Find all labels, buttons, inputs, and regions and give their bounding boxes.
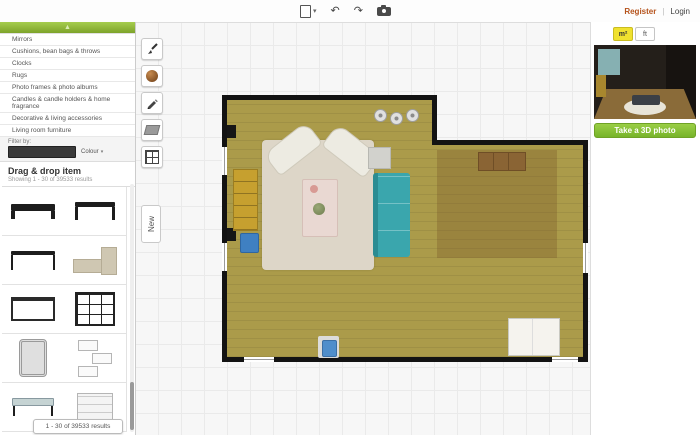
gray-side-table[interactable] — [368, 147, 391, 169]
filter-by-label: Filter by: — [8, 139, 129, 145]
redo-icon: ↷ — [354, 6, 363, 17]
up-arrow-icon: ▲ — [64, 24, 71, 31]
new-plan-tab[interactable]: New — [141, 205, 161, 243]
camera-icon — [377, 7, 391, 16]
product-thumbnail-ornate-mirror[interactable] — [2, 334, 65, 383]
room-floorplan — [222, 95, 588, 362]
preview-shelf — [596, 75, 606, 97]
category-decorative[interactable]: Decorative & living accessories — [0, 113, 135, 125]
window-bottom-1 — [244, 357, 274, 362]
category-living-room[interactable]: Living room furniture — [0, 125, 135, 137]
ceiling-light-1[interactable] — [374, 109, 387, 122]
wall-speaker-top[interactable] — [227, 125, 236, 138]
floorplan-canvas[interactable] — [135, 22, 590, 435]
blue-stool[interactable] — [322, 340, 337, 357]
results-header: Drag & drop item Showing 1 - 30 of 39533… — [0, 162, 135, 186]
eraser-icon — [144, 125, 161, 135]
window-left-1 — [222, 147, 227, 175]
drag-drop-title: Drag & drop item — [8, 166, 127, 176]
brush-tool-button[interactable] — [141, 38, 163, 60]
grid-tool-button[interactable] — [141, 146, 163, 168]
new-tab-label: New — [147, 216, 156, 232]
window-right-1 — [583, 243, 588, 273]
toolbar-icon-group: ▾ ↶ ↷ — [300, 0, 391, 22]
ceiling-light-2[interactable] — [390, 112, 403, 125]
pagination-tooltip: 1 - 30 of 39533 results — [33, 419, 123, 434]
ceiling-light-3[interactable] — [406, 109, 419, 122]
showing-results-text: Showing 1 - 30 of 39533 results — [8, 177, 127, 183]
redo-button[interactable]: ↷ — [354, 6, 363, 17]
product-thumbnail-black-coffee-table[interactable] — [2, 187, 65, 236]
floorplanner-app: ▾ ↶ ↷ Register | Login ▲ Mirrors Cushion… — [0, 0, 700, 435]
top-toolbar: ▾ ↶ ↷ Register | Login — [0, 0, 700, 23]
category-cushions[interactable]: Cushions, bean bags & throws — [0, 46, 135, 58]
white-table[interactable] — [508, 318, 560, 356]
keyword-filter-select[interactable] — [8, 146, 76, 158]
window-bottom-2 — [552, 357, 578, 362]
wall-bottom — [222, 357, 588, 362]
pagination-text: 1 - 30 of 39533 results — [46, 423, 111, 430]
material-tool-button[interactable] — [141, 65, 163, 87]
category-rugs[interactable]: Rugs — [0, 70, 135, 82]
wall-step — [432, 95, 437, 145]
filter-controls: Colour ▾ — [8, 146, 129, 158]
category-photo-frames[interactable]: Photo frames & photo albums — [0, 82, 135, 94]
yellow-shelving-unit[interactable] — [233, 169, 258, 231]
product-thumbnail-cube-shelving[interactable] — [64, 285, 127, 334]
product-thumbnail-wall-shelves[interactable] — [64, 334, 127, 383]
scrollbar-thumb[interactable] — [130, 382, 134, 430]
auth-links: Register | Login — [624, 0, 690, 22]
sidebar-scrollbar — [130, 184, 134, 432]
product-thumbnail-metal-frame-table[interactable] — [2, 285, 65, 334]
auth-divider: | — [662, 7, 664, 16]
drawing-toolstrip — [141, 38, 163, 168]
product-grid — [2, 186, 135, 432]
new-page-icon — [300, 5, 311, 18]
preview-window — [598, 49, 620, 75]
preview-sofa — [632, 95, 660, 105]
undo-button[interactable]: ↶ — [331, 6, 340, 17]
category-candles[interactable]: Candles & candle holders & home fragranc… — [0, 94, 135, 113]
room-3d-preview[interactable] — [594, 45, 696, 119]
unit-meters-button[interactable]: m² — [613, 27, 633, 41]
category-mirrors[interactable]: Mirrors — [0, 34, 135, 46]
category-scroll-up[interactable]: ▲ — [0, 22, 135, 33]
category-clocks[interactable]: Clocks — [0, 58, 135, 70]
unit-feet-button[interactable]: ft — [635, 27, 655, 41]
material-ball-icon — [146, 70, 158, 82]
product-thumbnail-dark-console-table[interactable] — [2, 236, 65, 285]
login-link[interactable]: Login — [670, 7, 690, 16]
product-thumbnail-black-dining-table[interactable] — [64, 187, 127, 236]
wall-top-left — [222, 95, 437, 100]
new-plan-button[interactable]: ▾ — [300, 5, 317, 18]
product-thumbnail-beige-corner-sofa[interactable] — [64, 236, 127, 285]
blue-chair[interactable] — [240, 233, 259, 253]
colour-label: Colour — [81, 149, 99, 155]
filter-section: Filter by: Colour ▾ — [0, 137, 135, 162]
catalog-sidebar: ▲ Mirrors Cushions, bean bags & throws C… — [0, 22, 136, 435]
window-left-2 — [222, 243, 227, 271]
teal-sofa[interactable] — [373, 173, 410, 257]
chevron-down-icon: ▾ — [313, 7, 317, 15]
colour-filter-dropdown[interactable]: Colour ▾ — [81, 149, 103, 155]
pencil-icon — [146, 97, 158, 109]
table-decor[interactable] — [310, 185, 318, 193]
potted-plant[interactable] — [313, 203, 325, 215]
category-list: Mirrors Cushions, bean bags & throws Clo… — [0, 33, 135, 137]
pencil-tool-button[interactable] — [141, 92, 163, 114]
register-link[interactable]: Register — [624, 7, 656, 16]
take-3d-photo-button[interactable]: Take a 3D photo — [594, 123, 696, 138]
preview-panel: m² ft Take a 3D photo — [590, 22, 700, 435]
unit-toggle: m² ft — [591, 22, 700, 45]
eraser-tool-button[interactable] — [141, 119, 163, 141]
undo-icon: ↶ — [331, 6, 340, 17]
wall-top-right — [432, 140, 588, 145]
wood-cabinet[interactable] — [478, 152, 526, 171]
brush-icon — [146, 43, 158, 55]
grid-icon — [145, 150, 159, 164]
chevron-down-icon: ▾ — [101, 149, 104, 155]
camera-button[interactable] — [377, 7, 391, 16]
